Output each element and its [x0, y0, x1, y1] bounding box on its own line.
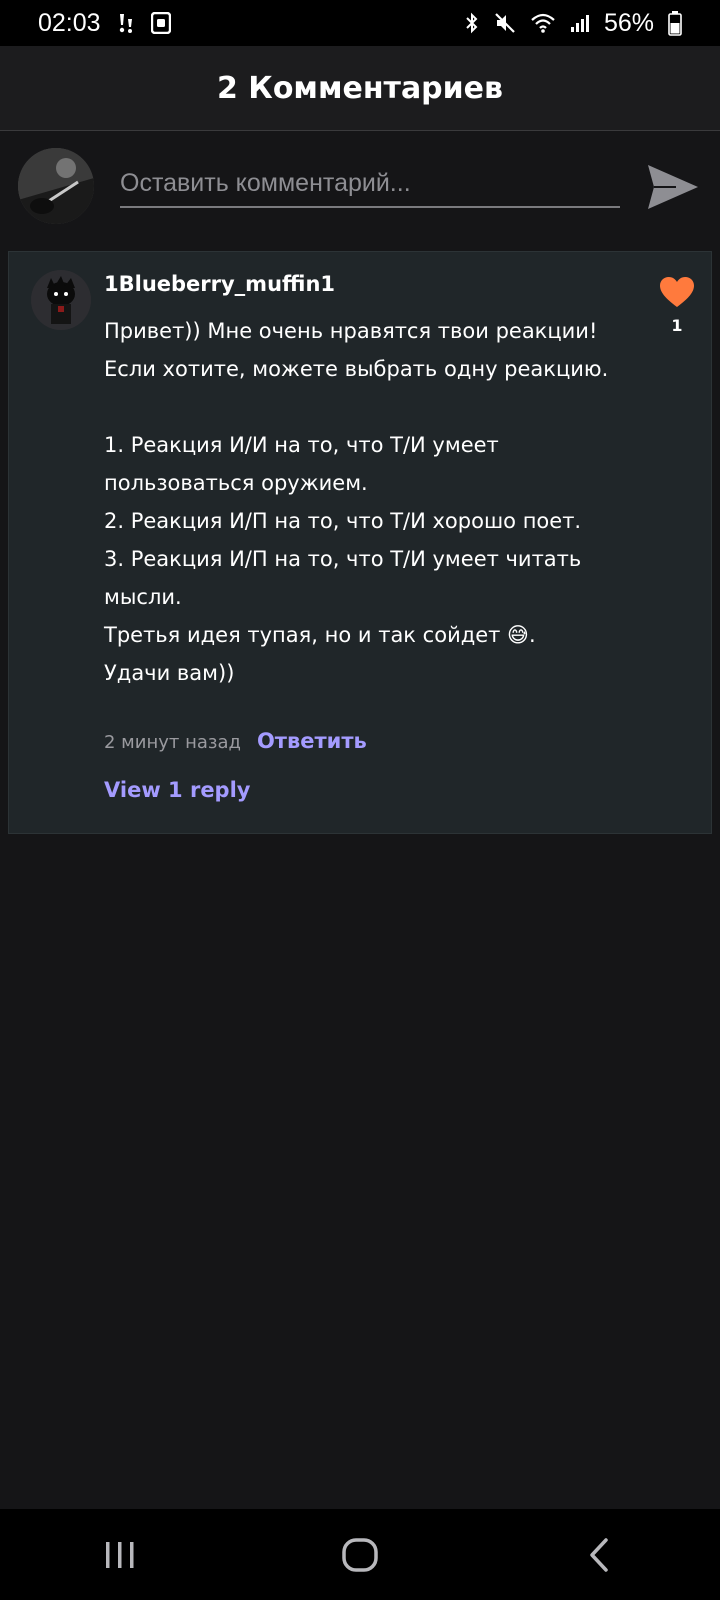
home-button[interactable]: [320, 1525, 400, 1585]
header: 2 Комментариев: [0, 46, 720, 131]
send-button[interactable]: [644, 158, 702, 216]
reply-button[interactable]: Ответить: [257, 729, 367, 753]
comment-card: 1Blueberry_muffin1 Привет)) Мне очень нр…: [8, 251, 712, 834]
comment-text: Привет)) Мне очень нравятся твои реакции…: [104, 319, 609, 685]
battery-percent: 56%: [603, 8, 654, 37]
status-left: 02:03: [38, 9, 171, 38]
back-icon: [590, 1537, 608, 1572]
screenshot-icon: [150, 10, 171, 36]
comment-username[interactable]: 1Blueberry_muffin1: [104, 272, 335, 296]
like-button[interactable]: [657, 272, 697, 312]
wifi-icon: [530, 10, 556, 36]
comment-meta: 2 минут назад Ответить: [104, 729, 367, 753]
user-avatar: [18, 148, 94, 224]
comment-input[interactable]: [120, 160, 620, 208]
battery-icon: [668, 10, 682, 36]
back-button[interactable]: [560, 1525, 640, 1585]
status-right: 56%: [464, 9, 682, 38]
status-time: 02:03: [38, 8, 101, 37]
send-icon: [648, 165, 698, 209]
signal-icon: [570, 10, 590, 36]
view-replies-link[interactable]: View 1 reply: [104, 778, 250, 802]
like-count: 1: [671, 316, 683, 335]
status-bar: 02:03 56%: [0, 0, 720, 46]
recent-apps-icon: [106, 1541, 134, 1568]
heart-icon: [660, 277, 694, 307]
comment-timestamp: 2 минут назад: [104, 732, 241, 753]
navigation-bar: [0, 1509, 720, 1600]
home-icon: [342, 1537, 378, 1572]
recent-apps-button[interactable]: [80, 1525, 160, 1585]
commenter-avatar[interactable]: [31, 270, 91, 330]
mute-icon: [494, 10, 516, 36]
bluetooth-icon: [464, 10, 480, 36]
page-title: 2 Комментариев: [216, 70, 504, 106]
download-icon: [115, 10, 137, 36]
comment-composer: [0, 132, 720, 242]
